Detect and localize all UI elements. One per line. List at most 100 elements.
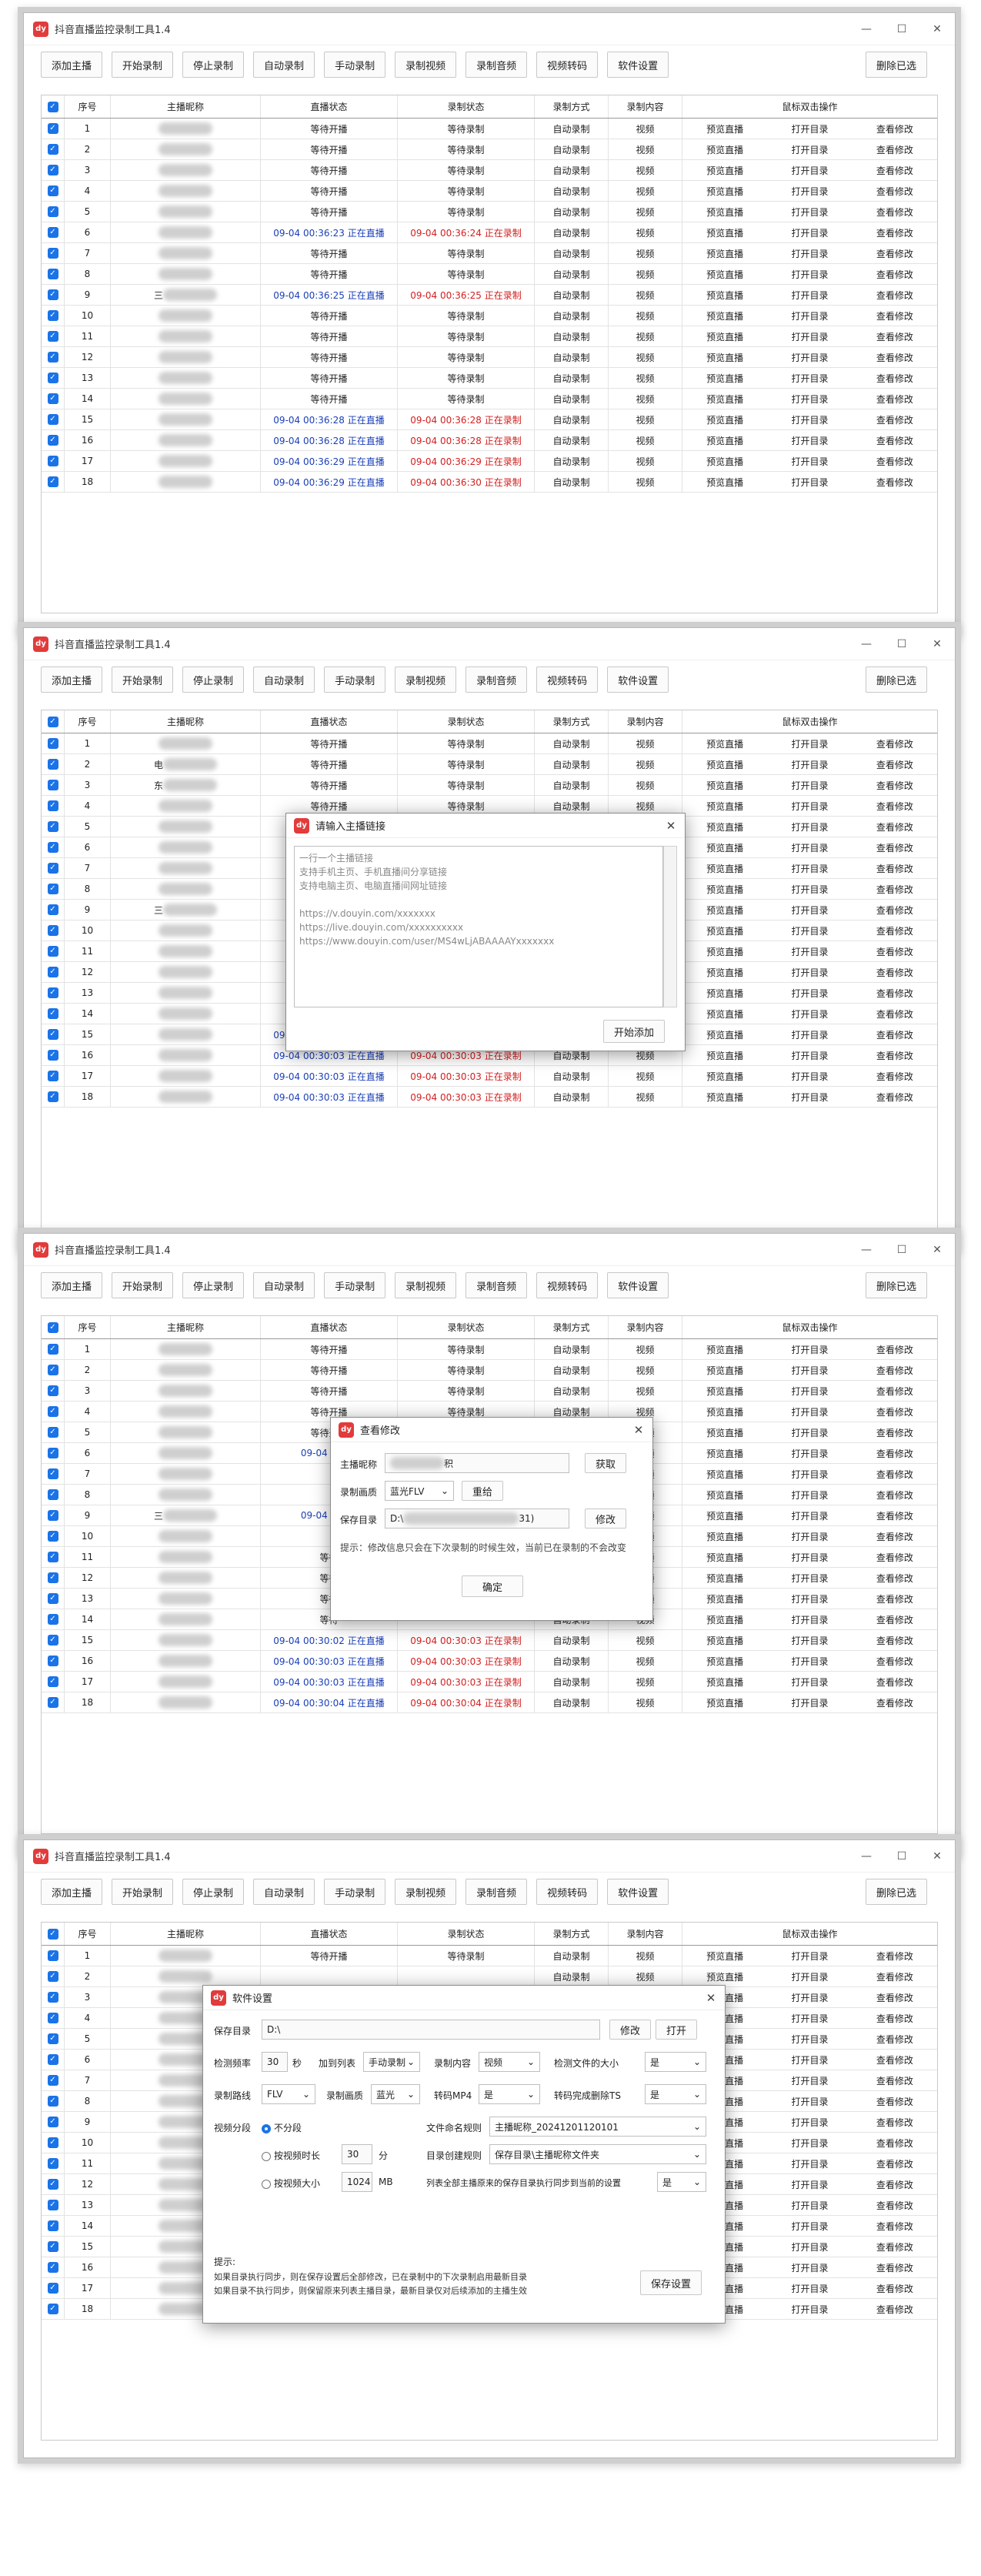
- open-folder-link[interactable]: 打开目录: [791, 1991, 828, 2004]
- preview-live-link[interactable]: 预览直播: [706, 737, 743, 750]
- open-folder-link[interactable]: 打开目录: [791, 1447, 828, 1460]
- open-folder-link[interactable]: 打开目录: [791, 1970, 828, 1983]
- preview-live-link[interactable]: 预览直播: [706, 185, 743, 198]
- view-edit-link[interactable]: 查看修改: [876, 2033, 913, 2046]
- preview-live-link[interactable]: 预览直播: [706, 1696, 743, 1709]
- preview-live-link[interactable]: 预览直播: [706, 820, 743, 834]
- preview-live-link[interactable]: 预览直播: [706, 434, 743, 447]
- modify-button[interactable]: 修改: [585, 1509, 627, 1529]
- row-checkbox[interactable]: ✓: [47, 1344, 58, 1355]
- row-checkbox[interactable]: ✓: [47, 1676, 58, 1687]
- view-edit-link[interactable]: 查看修改: [876, 862, 913, 875]
- preview-live-link[interactable]: 预览直播: [706, 1385, 743, 1398]
- view-edit-link[interactable]: 查看修改: [876, 1007, 913, 1021]
- view-edit-link[interactable]: 查看修改: [876, 1070, 913, 1083]
- preview-live-link[interactable]: 预览直播: [706, 1364, 743, 1377]
- open-folder-link[interactable]: 打开目录: [791, 1696, 828, 1709]
- line-select[interactable]: FLV ⌄: [262, 2084, 315, 2104]
- open-folder-link[interactable]: 打开目录: [791, 945, 828, 958]
- toolbar-button-7[interactable]: 录制音频: [465, 1272, 528, 1298]
- open-folder-link[interactable]: 打开目录: [791, 2220, 828, 2233]
- table-row[interactable]: ✓ 16 09-04 00:36:28 正在直播 09-04 00:36:28 …: [42, 430, 937, 451]
- minimize-icon[interactable]: —: [849, 1840, 884, 1873]
- preview-live-link[interactable]: 预览直播: [706, 1970, 743, 1983]
- preview-live-link[interactable]: 预览直播: [706, 247, 743, 260]
- open-folder-link[interactable]: 打开目录: [791, 2178, 828, 2191]
- filename-select[interactable]: 主播昵称_20241201120101 ⌄: [489, 2117, 706, 2137]
- open-folder-link[interactable]: 打开目录: [791, 122, 828, 135]
- row-checkbox[interactable]: ✓: [47, 738, 58, 749]
- row-checkbox[interactable]: ✓: [47, 393, 58, 404]
- row-checkbox[interactable]: ✓: [47, 1468, 58, 1479]
- table-row[interactable]: ✓ 6 09-04 00:36:23 正在直播 09-04 00:36:24 正…: [42, 222, 937, 243]
- row-checkbox[interactable]: ✓: [47, 1697, 58, 1708]
- row-checkbox[interactable]: ✓: [47, 373, 58, 383]
- toolbar-button-1[interactable]: 添加主播: [41, 1879, 103, 1905]
- open-folder-link[interactable]: 打开目录: [791, 351, 828, 364]
- row-checkbox[interactable]: ✓: [47, 144, 58, 155]
- open-button[interactable]: 打开: [656, 2020, 698, 2040]
- open-folder-link[interactable]: 打开目录: [791, 2199, 828, 2212]
- view-edit-link[interactable]: 查看修改: [876, 966, 913, 979]
- view-edit-link[interactable]: 查看修改: [876, 2303, 913, 2316]
- preview-live-link[interactable]: 预览直播: [706, 372, 743, 385]
- row-checkbox[interactable]: ✓: [47, 2241, 58, 2252]
- open-folder-link[interactable]: 打开目录: [791, 1613, 828, 1626]
- view-edit-link[interactable]: 查看修改: [876, 1343, 913, 1356]
- view-edit-link[interactable]: 查看修改: [876, 1950, 913, 1963]
- table-row[interactable]: ✓ 2 电 等待开播 等待录制 自动录制 视频 预览直播 打开目录 查看修改: [42, 754, 937, 775]
- table-row[interactable]: ✓ 1 等待开播 等待录制 自动录制 视频 预览直播 打开目录 查看修改: [42, 733, 937, 754]
- view-edit-link[interactable]: 查看修改: [876, 351, 913, 364]
- table-row[interactable]: ✓ 1 等待开播 等待录制 自动录制 视频 预览直播 打开目录 查看修改: [42, 119, 937, 139]
- view-edit-link[interactable]: 查看修改: [876, 372, 913, 385]
- toolbar-button-9[interactable]: 软件设置: [607, 1272, 669, 1298]
- delete-selected-button[interactable]: 删除已选: [865, 1272, 927, 1298]
- row-checkbox[interactable]: ✓: [47, 2117, 58, 2127]
- preview-live-link[interactable]: 预览直播: [706, 841, 743, 854]
- row-checkbox[interactable]: ✓: [47, 1406, 58, 1417]
- row-checkbox[interactable]: ✓: [47, 759, 58, 770]
- view-edit-link[interactable]: 查看修改: [876, 2178, 913, 2191]
- open-folder-link[interactable]: 打开目录: [791, 862, 828, 875]
- open-folder-link[interactable]: 打开目录: [791, 1049, 828, 1062]
- row-checkbox[interactable]: ✓: [47, 2304, 58, 2314]
- view-edit-link[interactable]: 查看修改: [876, 1572, 913, 1585]
- row-checkbox[interactable]: ✓: [47, 206, 58, 217]
- row-checkbox[interactable]: ✓: [47, 904, 58, 915]
- close-icon[interactable]: ✕: [919, 1234, 955, 1266]
- toolbar-button-8[interactable]: 视频转码: [536, 1272, 599, 1298]
- preview-live-link[interactable]: 预览直播: [706, 1405, 743, 1418]
- open-folder-link[interactable]: 打开目录: [791, 226, 828, 239]
- view-edit-link[interactable]: 查看修改: [876, 779, 913, 792]
- preview-live-link[interactable]: 预览直播: [706, 1613, 743, 1626]
- row-checkbox[interactable]: ✓: [47, 1008, 58, 1019]
- table-row[interactable]: ✓ 16 09-04 00:30:03 正在直播 09-04 00:30:03 …: [42, 1651, 937, 1672]
- view-edit-link[interactable]: 查看修改: [876, 2240, 913, 2254]
- view-edit-link[interactable]: 查看修改: [876, 820, 913, 834]
- view-edit-link[interactable]: 查看修改: [876, 945, 913, 958]
- row-checkbox[interactable]: ✓: [47, 248, 58, 259]
- open-folder-link[interactable]: 打开目录: [791, 2012, 828, 2025]
- view-edit-link[interactable]: 查看修改: [876, 800, 913, 813]
- minimize-icon[interactable]: —: [849, 628, 884, 660]
- toolbar-button-9[interactable]: 软件设置: [607, 1879, 669, 1905]
- preview-live-link[interactable]: 预览直播: [706, 205, 743, 219]
- sync-select[interactable]: 是 ⌄: [657, 2172, 706, 2192]
- row-checkbox[interactable]: ✓: [47, 1552, 58, 1562]
- view-edit-link[interactable]: 查看修改: [876, 1028, 913, 1041]
- row-checkbox[interactable]: ✓: [47, 165, 58, 175]
- toolbar-button-8[interactable]: 视频转码: [536, 667, 599, 693]
- table-row[interactable]: ✓ 17 09-04 00:36:29 正在直播 09-04 00:36:29 …: [42, 451, 937, 472]
- del-ts-select[interactable]: 是 ⌄: [645, 2084, 706, 2104]
- close-icon[interactable]: ✕: [919, 1840, 955, 1873]
- row-checkbox[interactable]: ✓: [47, 2033, 58, 2044]
- quality-select[interactable]: 蓝光 ⌄: [371, 2084, 420, 2104]
- open-folder-link[interactable]: 打开目录: [791, 1655, 828, 1668]
- toolbar-button-7[interactable]: 录制音频: [465, 667, 528, 693]
- view-edit-link[interactable]: 查看修改: [876, 1634, 913, 1647]
- view-edit-link[interactable]: 查看修改: [876, 1405, 913, 1418]
- table-row[interactable]: ✓ 4 等待开播 等待录制 自动录制 视频 预览直播 打开目录 查看修改: [42, 181, 937, 202]
- toolbar-button-4[interactable]: 自动录制: [253, 1272, 315, 1298]
- table-row[interactable]: ✓ 7 等待开播 等待录制 自动录制 视频 预览直播 打开目录 查看修改: [42, 243, 937, 264]
- preview-live-link[interactable]: 预览直播: [706, 1091, 743, 1104]
